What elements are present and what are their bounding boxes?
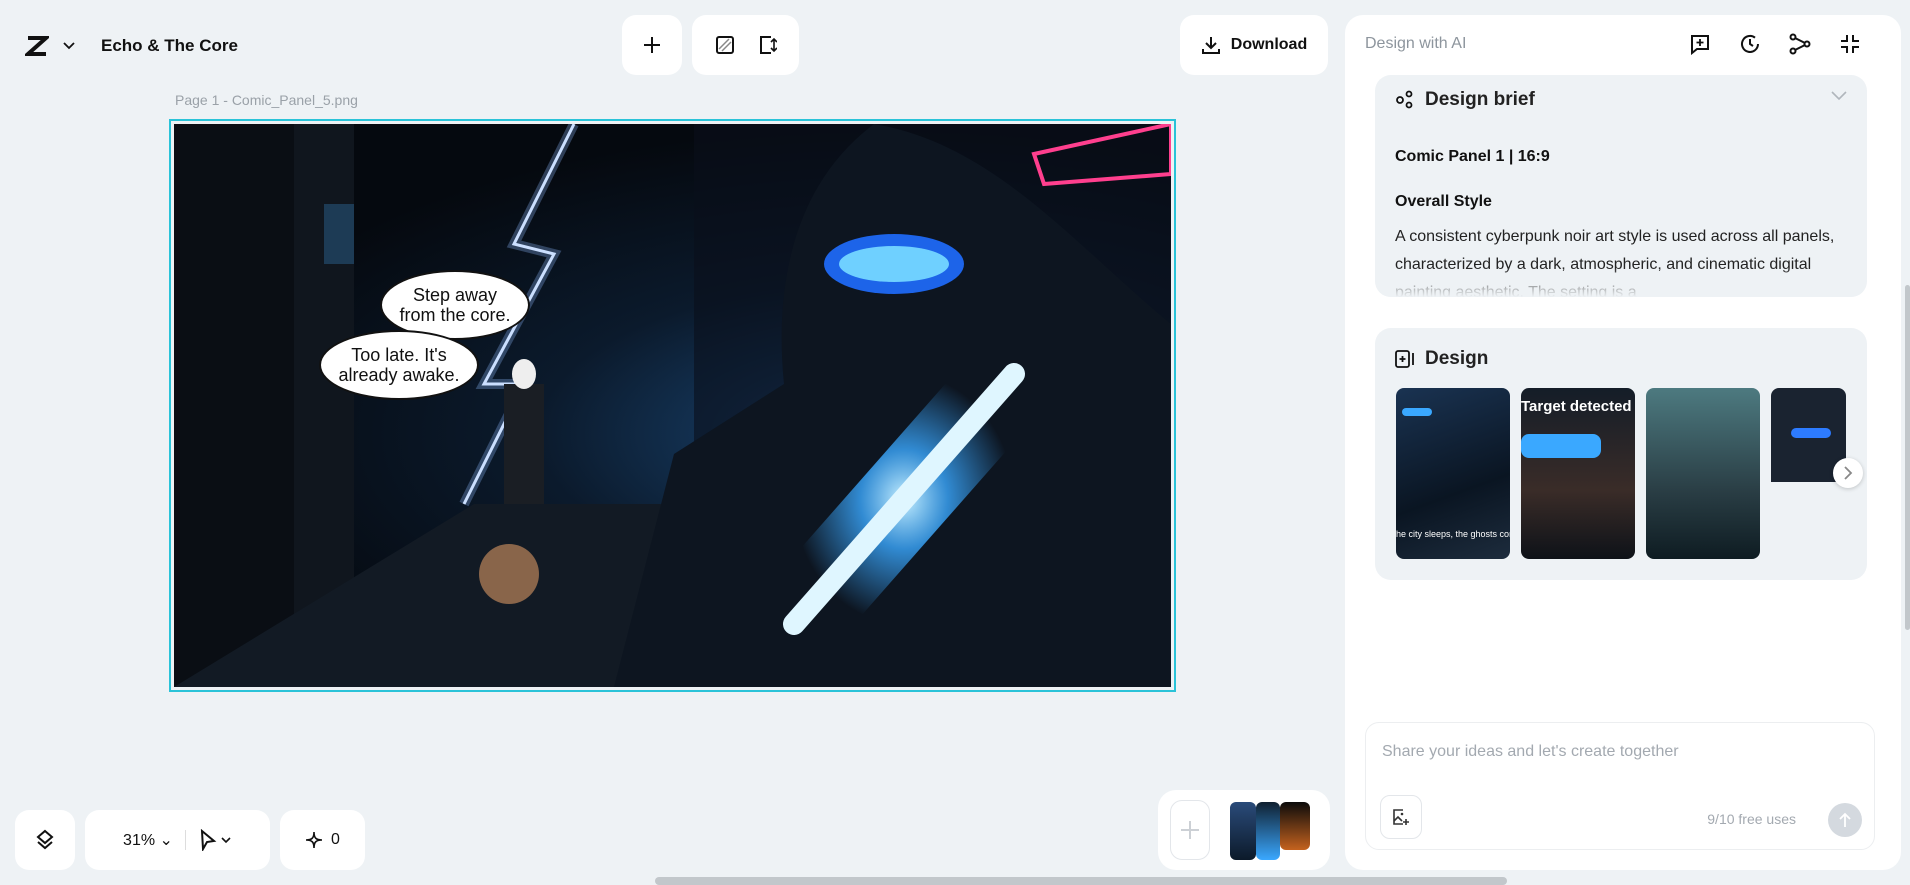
thumbnail-caption: Target detected <box>1521 398 1632 415</box>
pointer-tool-icon[interactable] <box>198 829 232 851</box>
zoom-pointer-group: 31% ⌄ <box>85 810 270 870</box>
chevron-right-icon <box>1844 466 1853 480</box>
credits-button[interactable]: 0 <box>280 810 365 870</box>
layers-icon <box>35 829 55 851</box>
design-thumbnail[interactable]: he city sleeps, the ghosts come out <box>1396 388 1510 559</box>
chevron-down-icon[interactable] <box>1831 91 1847 101</box>
design-thumbnail[interactable]: Target detected <box>1521 388 1635 559</box>
speech-bubble-text: Step away from the core. <box>399 285 511 325</box>
divider <box>184 830 186 850</box>
layers-button[interactable] <box>15 810 75 870</box>
history-icon[interactable] <box>1739 33 1761 55</box>
canvas-frame[interactable]: Step away from the core. Too late. It's … <box>169 119 1176 692</box>
collapse-icon[interactable] <box>1839 33 1861 55</box>
upload-image-button[interactable] <box>1380 795 1422 839</box>
image-add-icon <box>1393 809 1409 825</box>
page-label: Page 1 - Comic_Panel_5.png <box>175 92 358 108</box>
sparkle-icon <box>305 831 323 849</box>
prompt-input[interactable]: Share your ideas and let's create togeth… <box>1382 743 1679 761</box>
fade-overlay <box>1375 267 1867 297</box>
download-icon <box>1201 35 1221 55</box>
comic-panel-image[interactable]: Step away from the core. Too late. It's … <box>174 124 1171 687</box>
zoom-value: 31% <box>123 832 156 849</box>
chevron-down-icon[interactable] <box>63 42 75 50</box>
design-brief-title: Design brief <box>1425 89 1535 110</box>
resize-icon[interactable] <box>757 34 777 56</box>
speech-bubble-text: Too late. It's already awake. <box>338 345 460 385</box>
download-label: Download <box>1230 36 1308 53</box>
design-brief-card: Design brief Comic Panel 1 | 16:9 Overal… <box>1375 75 1867 297</box>
nodes-icon <box>1395 90 1415 110</box>
design-brief-header[interactable]: Design brief <box>1395 89 1535 111</box>
share-icon[interactable] <box>1789 33 1811 55</box>
usage-count: 9/10 free uses <box>1707 811 1796 827</box>
panel-title: Design with AI <box>1365 35 1467 52</box>
vertical-scrollbar[interactable] <box>1905 285 1910 630</box>
next-button[interactable] <box>1833 458 1863 488</box>
speech-bubble[interactable]: Too late. It's already awake. <box>319 330 479 400</box>
ai-panel: Design with AI Design brief Comic Panel … <box>1345 15 1901 870</box>
design-icon <box>1395 349 1415 369</box>
canvas-tools <box>692 15 799 75</box>
download-button[interactable]: Download <box>1180 15 1328 75</box>
design-title: Design <box>1425 348 1489 369</box>
comic-artwork <box>174 124 1171 687</box>
background-icon[interactable] <box>715 35 735 55</box>
arrow-up-icon <box>1839 812 1851 827</box>
add-button[interactable] <box>622 15 682 75</box>
zoom-select[interactable]: 31% ⌄ <box>123 830 173 850</box>
add-page-button[interactable] <box>1170 800 1210 860</box>
credits-count: 0 <box>331 831 340 848</box>
plus-icon <box>642 35 662 55</box>
capcut-logo-icon <box>25 35 49 57</box>
design-thumbnail[interactable] <box>1646 388 1760 559</box>
page-thumbnail[interactable] <box>1280 802 1310 850</box>
brief-section-title: Overall Style <box>1395 193 1492 210</box>
send-button[interactable] <box>1828 803 1862 837</box>
page-thumbnail[interactable] <box>1256 802 1280 860</box>
prompt-box: Share your ideas and let's create togeth… <box>1365 722 1875 850</box>
brief-subtitle: Comic Panel 1 | 16:9 <box>1395 148 1550 165</box>
project-title[interactable]: Echo & The Core <box>101 36 238 56</box>
design-card: Design he city sleeps, the ghosts come o… <box>1375 328 1867 580</box>
project-menu[interactable]: Echo & The Core <box>5 18 263 74</box>
horizontal-scrollbar[interactable] <box>655 877 1507 885</box>
new-chat-icon[interactable] <box>1689 33 1711 55</box>
pages-strip <box>1158 790 1330 870</box>
page-thumbnail[interactable] <box>1230 802 1256 860</box>
thumbnail-caption: he city sleeps, the ghosts come out <box>1396 529 1510 539</box>
